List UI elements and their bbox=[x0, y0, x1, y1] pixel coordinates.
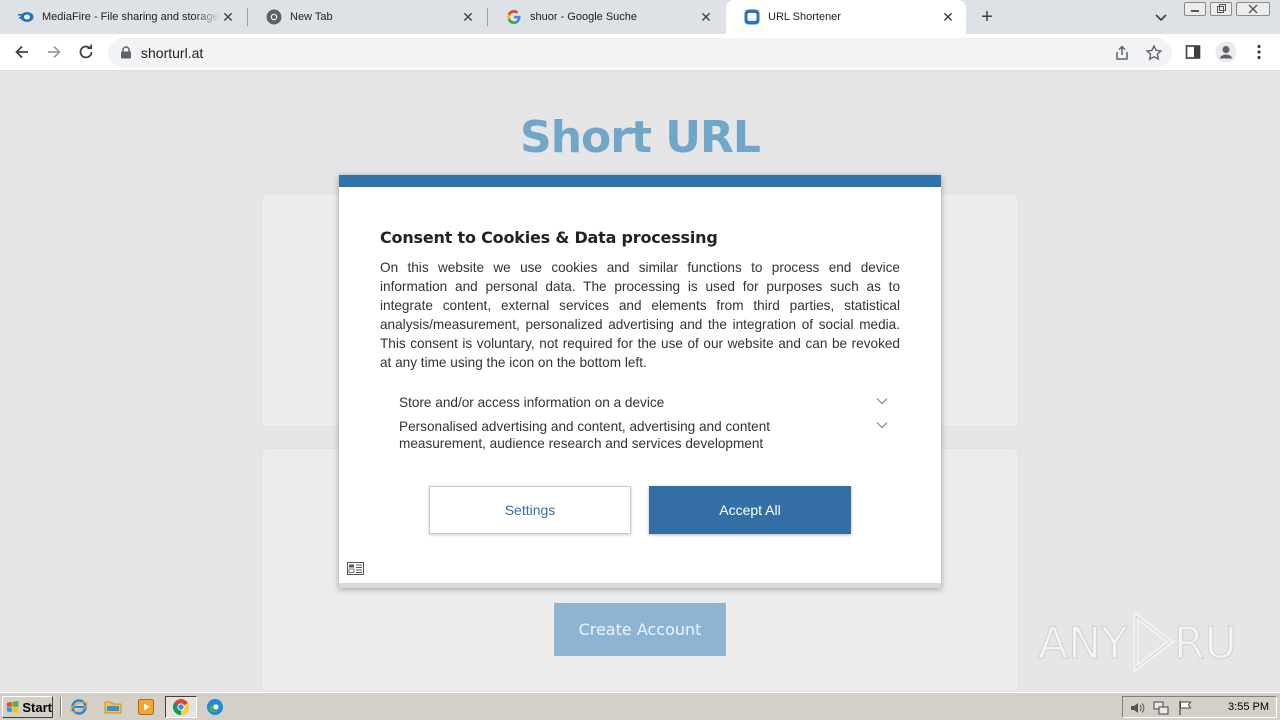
chrome-icon bbox=[172, 698, 190, 716]
close-icon[interactable]: ✕ bbox=[940, 9, 956, 25]
minimize-button[interactable] bbox=[1184, 2, 1206, 16]
share-icon[interactable] bbox=[1113, 44, 1131, 62]
chevron-down-icon[interactable] bbox=[875, 420, 889, 430]
close-window-button[interactable] bbox=[1236, 2, 1270, 16]
chevron-down-icon[interactable] bbox=[875, 396, 889, 406]
reload-icon bbox=[79, 44, 93, 59]
purpose-item-personalised-advertising[interactable]: Personalised advertising and content, ad… bbox=[399, 418, 889, 452]
file-explorer-icon[interactable] bbox=[104, 698, 122, 716]
svg-text:RUN: RUN bbox=[1174, 618, 1238, 669]
media-player-icon[interactable] bbox=[137, 698, 155, 716]
address-bar[interactable]: shorturl.at bbox=[108, 38, 1172, 67]
taskbar: Start 3:55 PM bbox=[0, 692, 1280, 720]
close-icon[interactable]: ✕ bbox=[220, 9, 236, 25]
consent-heading: Consent to Cookies & Data processing bbox=[380, 228, 718, 247]
tab-strip: MediaFire - File sharing and storage ✕ N… bbox=[0, 0, 1280, 34]
volume-icon[interactable] bbox=[1129, 700, 1145, 716]
consent-dialog: Consent to Cookies & Data processing On … bbox=[339, 175, 941, 588]
dialog-bottom-bar bbox=[339, 583, 941, 588]
tab-mediafire[interactable]: MediaFire - File sharing and storage ✕ bbox=[0, 0, 246, 34]
internet-explorer-icon[interactable] bbox=[70, 698, 88, 716]
purpose-label: Store and/or access information on a dev… bbox=[399, 395, 665, 410]
accept-all-button[interactable]: Accept All bbox=[649, 486, 851, 534]
tab-new-tab[interactable]: New Tab ✕ bbox=[248, 0, 486, 34]
purpose-label: Personalised advertising and content, ad… bbox=[399, 419, 771, 451]
side-panel-icon[interactable] bbox=[1184, 43, 1202, 61]
start-label: Start bbox=[22, 699, 52, 715]
lock-icon bbox=[121, 46, 131, 59]
cookie-settings-icon[interactable] bbox=[347, 562, 364, 575]
close-icon[interactable]: ✕ bbox=[698, 9, 714, 25]
settings-button[interactable]: Settings bbox=[429, 486, 631, 534]
taskbar-divider bbox=[60, 697, 62, 717]
windows-logo-icon bbox=[6, 700, 19, 714]
consent-body-text: On this website we use cookies and simil… bbox=[380, 260, 900, 370]
purpose-item-store-access[interactable]: Store and/or access information on a dev… bbox=[399, 394, 889, 411]
tab-title: shuor - Google Suche bbox=[530, 11, 638, 23]
google-icon bbox=[506, 9, 522, 25]
system-tray: 3:55 PM bbox=[1122, 696, 1277, 718]
anyrun-watermark-logo: ANY RUN bbox=[1038, 610, 1238, 674]
profile-avatar-icon[interactable] bbox=[1215, 41, 1237, 63]
close-icon[interactable]: ✕ bbox=[460, 9, 476, 25]
network-icon[interactable] bbox=[1153, 700, 1169, 716]
start-button[interactable]: Start bbox=[2, 696, 53, 718]
flag-icon[interactable] bbox=[1177, 700, 1193, 716]
new-tab-button[interactable]: + bbox=[977, 7, 997, 27]
tab-google-search[interactable]: shuor - Google Suche ✕ bbox=[488, 0, 724, 34]
chrome-icon bbox=[266, 9, 282, 25]
mediafire-icon bbox=[18, 9, 34, 25]
star-icon[interactable] bbox=[1145, 44, 1163, 62]
chevron-down-icon[interactable] bbox=[1152, 8, 1170, 26]
arrow-right-icon bbox=[48, 45, 61, 59]
dialog-accent-bar bbox=[339, 175, 941, 187]
address-url: shorturl.at bbox=[141, 45, 204, 61]
site-title: Short URL bbox=[520, 112, 761, 163]
edge-icon[interactable] bbox=[206, 698, 224, 716]
kebab-menu-icon[interactable] bbox=[1250, 43, 1268, 61]
create-account-button[interactable]: Create Account bbox=[554, 603, 726, 656]
back-button[interactable] bbox=[12, 42, 32, 62]
tab-url-shortener[interactable]: URL Shortener ✕ bbox=[726, 0, 966, 34]
arrow-left-icon bbox=[15, 45, 28, 59]
svg-text:ANY: ANY bbox=[1038, 618, 1128, 669]
tab-title: New Tab bbox=[290, 11, 333, 23]
tab-title: MediaFire - File sharing and storage bbox=[42, 11, 219, 23]
maximize-button[interactable] bbox=[1210, 2, 1232, 16]
browser-toolbar: shorturl.at bbox=[0, 34, 1280, 71]
tab-title: URL Shortener bbox=[768, 11, 841, 23]
shorturl-icon bbox=[744, 9, 760, 25]
taskbar-clock: 3:55 PM bbox=[1228, 701, 1269, 713]
reload-button[interactable] bbox=[76, 42, 96, 62]
forward-button[interactable] bbox=[44, 42, 64, 62]
